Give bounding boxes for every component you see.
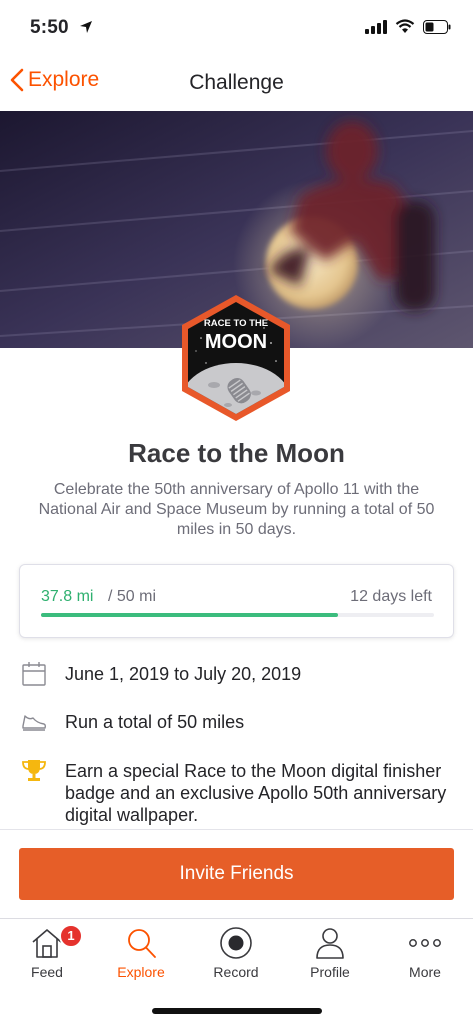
badge-text-main: MOON <box>205 331 267 353</box>
tab-feed[interactable]: 1 Feed <box>0 919 94 989</box>
tab-label: Profile <box>310 964 350 980</box>
signal-icon <box>365 19 387 34</box>
notification-badge: 1 <box>59 924 83 948</box>
tab-more[interactable]: More <box>378 919 472 989</box>
status-icons <box>365 19 451 34</box>
page-title: Challenge <box>189 71 284 94</box>
tab-label: More <box>409 964 441 980</box>
tab-label: Explore <box>117 964 165 980</box>
tab-label: Record <box>213 964 259 980</box>
status-time: 5:50 <box>30 17 69 38</box>
wifi-icon <box>395 19 415 33</box>
tab-label: Feed <box>31 964 63 980</box>
detail-text: Earn a special Race to the Moon digital … <box>65 761 447 825</box>
more-icon <box>409 939 441 947</box>
days-left: 12 days left <box>350 588 432 605</box>
tab-record[interactable]: Record <box>189 919 283 989</box>
status-bar: 5:50 <box>0 0 473 56</box>
progress-card: 37.8 mi / 50 mi 12 days left <box>19 564 454 638</box>
tab-profile[interactable]: Profile <box>283 919 377 989</box>
detail-text: June 1, 2019 to July 20, 2019 <box>65 664 302 684</box>
divider <box>0 829 473 830</box>
record-icon <box>220 927 252 959</box>
detail-text: Run a total of 50 miles <box>65 712 245 732</box>
navigation-bar: Explore Challenge <box>0 56 473 111</box>
shoe-icon <box>22 715 47 731</box>
badge-text-top: RACE TO THE <box>204 318 268 329</box>
challenge-title: Race to the Moon <box>128 438 345 468</box>
challenge-badge: RACE TO THE MOON <box>182 295 290 421</box>
progress-bar-fill <box>41 613 339 617</box>
profile-icon <box>316 928 344 959</box>
trophy-icon <box>22 760 46 781</box>
tab-explore[interactable]: Explore <box>94 919 188 989</box>
progress-bar <box>41 613 434 617</box>
search-icon <box>128 929 156 958</box>
challenge-description: Celebrate the 50th anniversary of Apollo… <box>38 481 435 538</box>
progress-current: 37.8 mi <box>41 588 94 605</box>
calendar-icon <box>22 662 46 686</box>
location-arrow-icon <box>80 21 92 33</box>
battery-icon <box>423 19 451 34</box>
home-indicator <box>152 1008 322 1014</box>
progress-total: / 50 mi <box>108 588 157 605</box>
invite-friends-button[interactable]: Invite Friends <box>19 848 454 900</box>
